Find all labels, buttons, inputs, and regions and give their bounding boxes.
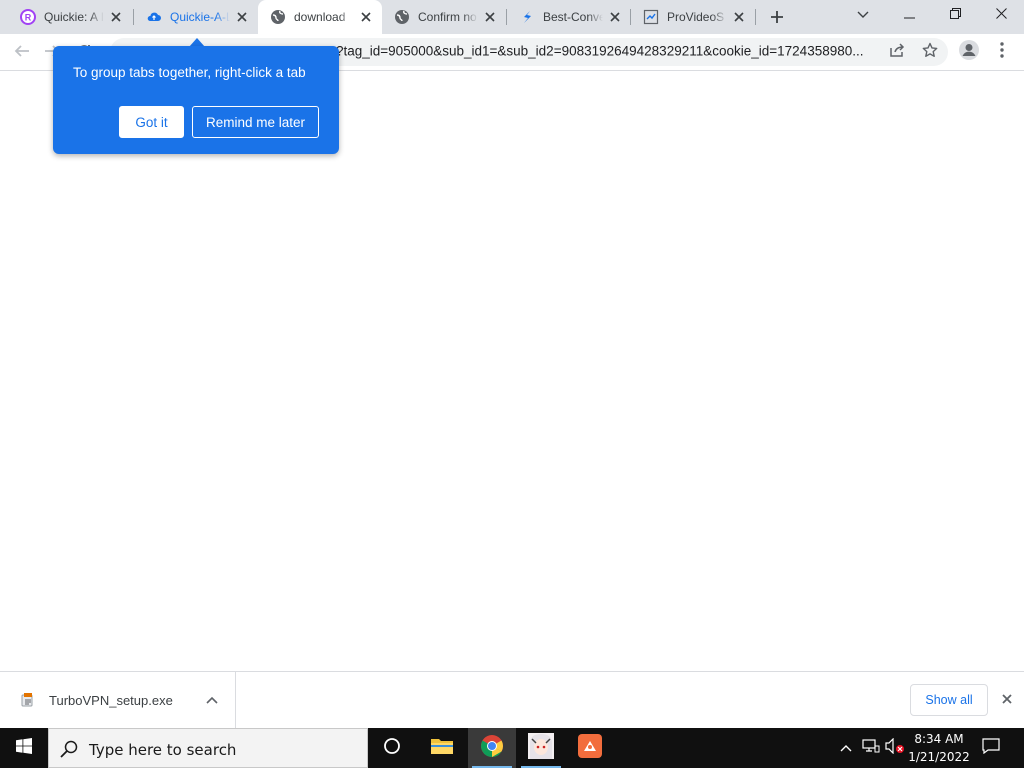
- minimize-icon: [903, 6, 915, 24]
- close-shelf-button[interactable]: [997, 690, 1017, 710]
- url-text[interactable]: ?tag_id=905000&sub_id1=&sub_id2=90831926…: [336, 44, 882, 59]
- orange-app-icon: [578, 733, 602, 763]
- network-button[interactable]: [861, 738, 881, 758]
- globe-icon: [394, 9, 410, 25]
- taskbar-file-explorer[interactable]: [418, 728, 466, 768]
- s-logo-icon: [519, 9, 535, 25]
- tab-close-icon[interactable]: [108, 9, 124, 25]
- installer-file-icon: [20, 692, 36, 708]
- tab-title: Quickie-A-L: [170, 10, 230, 24]
- taskbar-chrome[interactable]: [468, 728, 516, 768]
- close-icon: [995, 6, 1007, 24]
- menu-button[interactable]: [989, 39, 1015, 65]
- restore-icon: [949, 6, 961, 24]
- cloud-icon: [146, 9, 162, 25]
- tab-confirm[interactable]: Confirm no: [382, 0, 506, 34]
- page-content: [0, 71, 1024, 671]
- anime-avatar-icon: [528, 732, 554, 764]
- chrome-icon: [480, 734, 504, 763]
- globe-icon: [270, 9, 286, 25]
- clock-time: 8:34 AM: [914, 732, 964, 746]
- back-button[interactable]: [8, 39, 36, 67]
- remind-me-later-button[interactable]: Remind me later: [192, 106, 319, 138]
- search-icon: [59, 739, 79, 759]
- tab-separator: [755, 9, 756, 25]
- tab-quickie-2[interactable]: Quickie-A-L: [134, 0, 258, 34]
- new-tab-button[interactable]: [765, 5, 789, 29]
- share-icon: [889, 42, 905, 63]
- download-item[interactable]: TurboVPN_setup.exe: [0, 672, 236, 728]
- tab-group-promo-bubble: To group tabs together, right-click a ta…: [53, 46, 339, 154]
- tab-close-icon[interactable]: [731, 9, 747, 25]
- minimize-button[interactable]: [886, 0, 932, 30]
- start-button[interactable]: [0, 728, 48, 768]
- folder-icon: [430, 736, 454, 761]
- chevron-down-icon: [857, 6, 869, 24]
- tab-title: download: [294, 10, 346, 24]
- tab-close-icon[interactable]: [607, 9, 623, 25]
- taskbar-search-box[interactable]: Type here to search: [48, 728, 368, 768]
- tab-best-converter[interactable]: Best-Conve: [507, 0, 631, 34]
- restore-button[interactable]: [932, 0, 978, 30]
- search-placeholder: Type here to search: [89, 741, 237, 759]
- action-center-button[interactable]: [978, 737, 1004, 759]
- back-arrow-icon: [14, 43, 30, 64]
- more-vert-icon: [1000, 41, 1004, 63]
- chevron-up-icon[interactable]: [204, 692, 220, 708]
- tab-download[interactable]: download: [258, 0, 382, 34]
- rb-logo-icon: R: [20, 9, 36, 25]
- tab-title: ProVideoS: [667, 10, 725, 24]
- svg-text:R: R: [25, 13, 32, 23]
- clock-date: 1/21/2022: [908, 750, 970, 764]
- taskbar-clock[interactable]: 8:34 AM 1/21/2022: [906, 730, 972, 766]
- tray-overflow-button[interactable]: [836, 738, 856, 758]
- star-icon: [922, 42, 938, 63]
- tab-search-button[interactable]: [840, 0, 886, 30]
- share-button[interactable]: [885, 40, 909, 64]
- tab-title: Best-Conve: [543, 10, 603, 24]
- windows-logo-icon: [16, 737, 32, 759]
- tab-close-icon[interactable]: [482, 9, 498, 25]
- tab-provideo[interactable]: ProVideoS: [631, 0, 755, 34]
- windows-taskbar: Type here to search 8:34 AM 1/21/2022: [0, 728, 1024, 768]
- bubble-message: To group tabs together, right-click a ta…: [73, 65, 306, 80]
- tab-title: Confirm no: [418, 10, 477, 24]
- tab-close-icon[interactable]: [234, 9, 250, 25]
- profile-button[interactable]: [956, 39, 982, 65]
- notification-icon: [982, 737, 1000, 759]
- volume-button[interactable]: [885, 737, 905, 759]
- provideo-icon: [643, 9, 659, 25]
- taskbar-orange-app[interactable]: [566, 728, 614, 768]
- network-icon: [862, 738, 880, 759]
- bookmark-button[interactable]: [918, 40, 942, 64]
- download-file-name: TurboVPN_setup.exe: [49, 693, 173, 708]
- tab-strip: R Quickie: A I Quickie-A-L download Conf…: [0, 0, 1024, 34]
- got-it-button[interactable]: Got it: [119, 106, 184, 138]
- task-view-icon: [383, 737, 401, 760]
- taskbar-anime-app[interactable]: [517, 728, 565, 768]
- download-shelf: TurboVPN_setup.exe Show all: [0, 671, 1024, 728]
- show-all-button[interactable]: Show all: [910, 684, 988, 716]
- volume-muted-icon: [885, 737, 905, 759]
- close-icon: [1002, 691, 1012, 709]
- tab-close-icon[interactable]: [358, 9, 374, 25]
- task-view-button[interactable]: [368, 728, 416, 768]
- chevron-up-icon: [840, 739, 852, 757]
- tab-title: Quickie: A I: [44, 10, 104, 24]
- avatar-icon: [958, 39, 980, 66]
- close-window-button[interactable]: [978, 0, 1024, 30]
- tab-quickie-1[interactable]: R Quickie: A I: [8, 0, 132, 34]
